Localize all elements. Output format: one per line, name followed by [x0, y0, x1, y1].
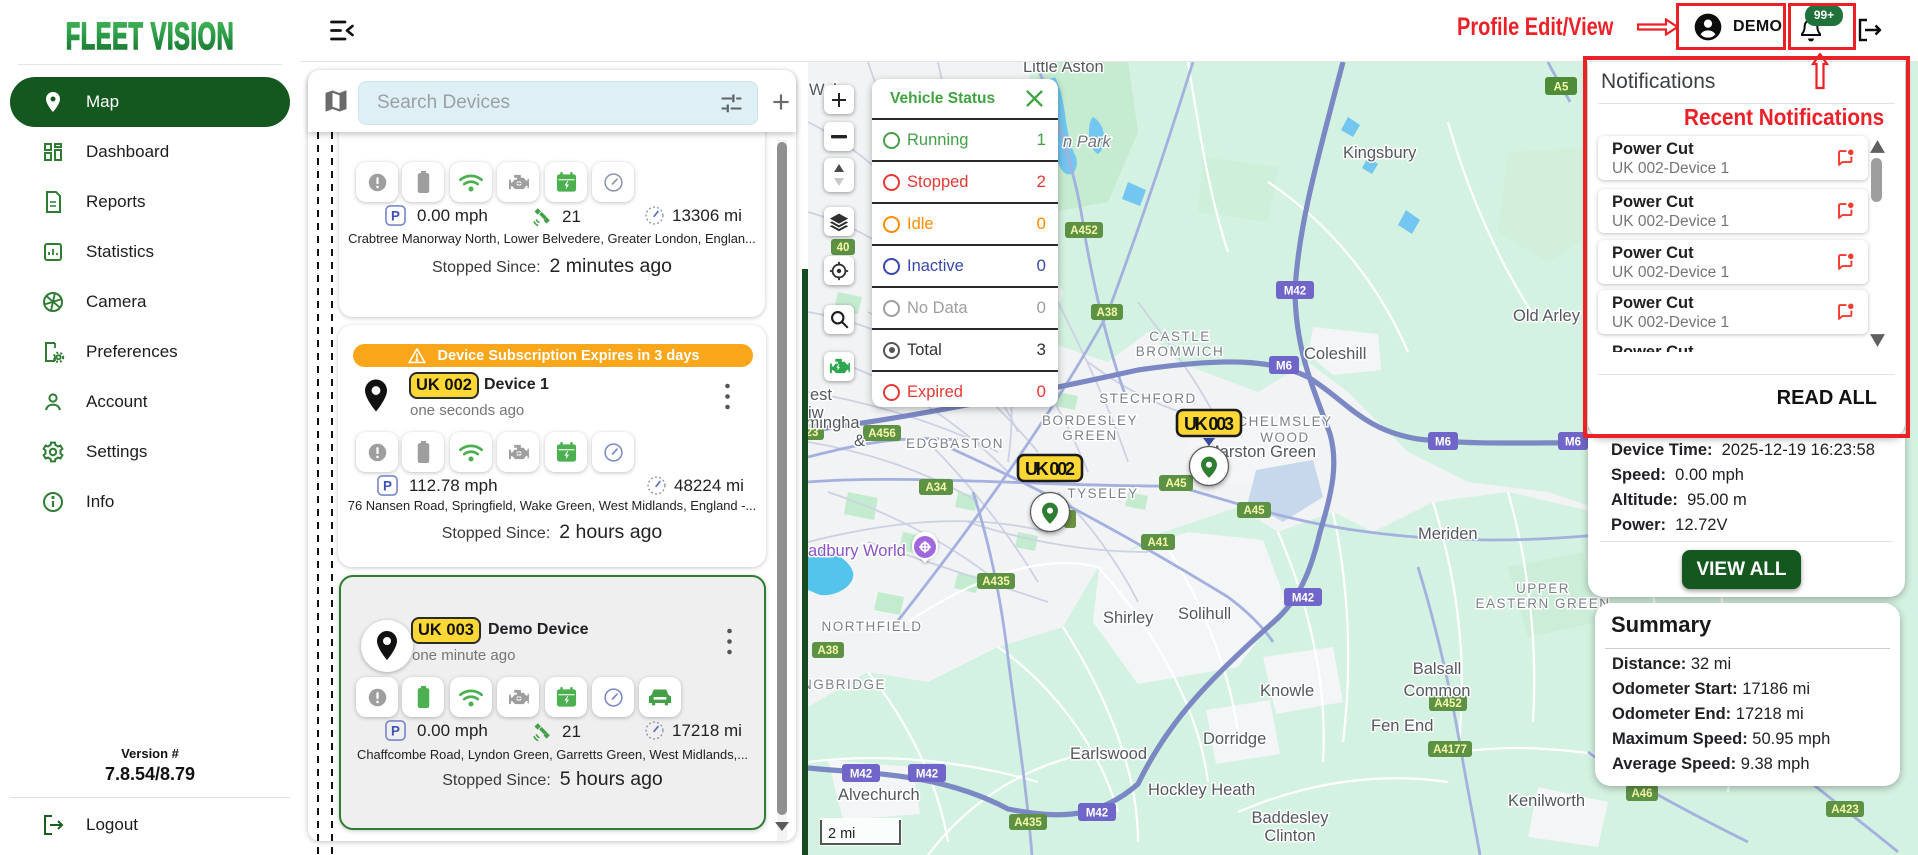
svg-text:M42: M42: [1284, 286, 1306, 298]
svg-text:P: P: [383, 478, 392, 493]
svg-text:M42: M42: [1086, 808, 1108, 820]
svg-text:Coleshill: Coleshill: [1304, 345, 1366, 363]
svg-text:Clinton: Clinton: [1264, 827, 1315, 845]
svg-text:Knowle: Knowle: [1260, 682, 1314, 700]
svg-text:A456: A456: [868, 428, 896, 440]
svg-text:P: P: [391, 208, 400, 223]
svg-text:Baddesley: Baddesley: [1251, 809, 1329, 827]
svg-text:UK 002: UK 002: [1025, 459, 1075, 479]
svg-text:M42: M42: [850, 769, 872, 781]
svg-text:A34: A34: [925, 482, 947, 494]
svg-text:CASTLE: CASTLE: [1149, 329, 1211, 344]
svg-text:A46: A46: [1631, 788, 1652, 800]
svg-text:Shirley: Shirley: [1103, 609, 1154, 627]
svg-text:Dorridge: Dorridge: [1203, 730, 1266, 748]
svg-text:Little Aston: Little Aston: [1023, 62, 1104, 76]
svg-text:A38: A38: [817, 645, 839, 657]
svg-text:40: 40: [837, 242, 850, 254]
svg-text:A435: A435: [982, 576, 1010, 588]
svg-text:A38: A38: [1096, 307, 1118, 319]
svg-text:A4177: A4177: [1433, 744, 1467, 756]
svg-text:Hockley Heath: Hockley Heath: [1148, 781, 1255, 799]
svg-text:GREEN: GREEN: [1062, 428, 1118, 443]
svg-text:Meriden: Meriden: [1418, 525, 1478, 543]
svg-text:ONGBRIDGE: ONGBRIDGE: [808, 677, 886, 692]
svg-text:A452: A452: [1070, 225, 1098, 237]
svg-text:&: &: [854, 432, 865, 450]
svg-text:Kingsbury: Kingsbury: [1343, 144, 1417, 162]
svg-text:2 mi: 2 mi: [828, 826, 855, 842]
svg-text:A435: A435: [1014, 817, 1042, 829]
svg-text:M6: M6: [1276, 361, 1292, 373]
svg-text:Balsall: Balsall: [1413, 660, 1462, 678]
svg-text:TYSELEY: TYSELEY: [1067, 486, 1138, 501]
svg-text:A45: A45: [1165, 478, 1187, 490]
svg-text:A5: A5: [1554, 82, 1569, 94]
svg-text:n Park: n Park: [1063, 133, 1111, 151]
svg-text:BROMWICH: BROMWICH: [1136, 344, 1225, 359]
svg-text:A423: A423: [1831, 804, 1859, 816]
svg-text:STECHFORD: STECHFORD: [1099, 391, 1197, 406]
svg-text:FLEET VISION: FLEET VISION: [66, 14, 234, 57]
svg-text:iw: iw: [808, 404, 824, 422]
svg-text:M6: M6: [1435, 437, 1451, 449]
svg-text:CHELMSLEY: CHELMSLEY: [1237, 414, 1332, 429]
svg-text:adbury World: adbury World: [808, 542, 906, 560]
svg-text:Alvechurch: Alvechurch: [838, 786, 920, 804]
svg-text:EDGBASTON: EDGBASTON: [906, 436, 1004, 451]
svg-text:Kenilworth: Kenilworth: [1508, 792, 1585, 810]
svg-text:NORTHFIELD: NORTHFIELD: [821, 619, 922, 634]
svg-text:BORDESLEY: BORDESLEY: [1042, 413, 1138, 428]
svg-text:UK 003: UK 003: [1184, 414, 1234, 434]
svg-text:est: est: [810, 386, 832, 404]
svg-text:M42: M42: [916, 769, 938, 781]
svg-text:Old Arley: Old Arley: [1513, 307, 1581, 325]
svg-text:M42: M42: [1292, 593, 1314, 605]
svg-text:A41: A41: [1147, 537, 1169, 549]
svg-text:P: P: [391, 723, 400, 738]
svg-text:Fen End: Fen End: [1371, 717, 1433, 735]
svg-text:Earlswood: Earlswood: [1070, 745, 1147, 763]
svg-text:Common: Common: [1404, 682, 1471, 700]
svg-text:EASTERN GREEN: EASTERN GREEN: [1475, 596, 1610, 611]
svg-text:UPPER: UPPER: [1516, 581, 1570, 596]
svg-text:Solihull: Solihull: [1178, 605, 1231, 623]
svg-text:A45: A45: [1243, 505, 1265, 517]
svg-text:M6: M6: [1565, 437, 1581, 449]
